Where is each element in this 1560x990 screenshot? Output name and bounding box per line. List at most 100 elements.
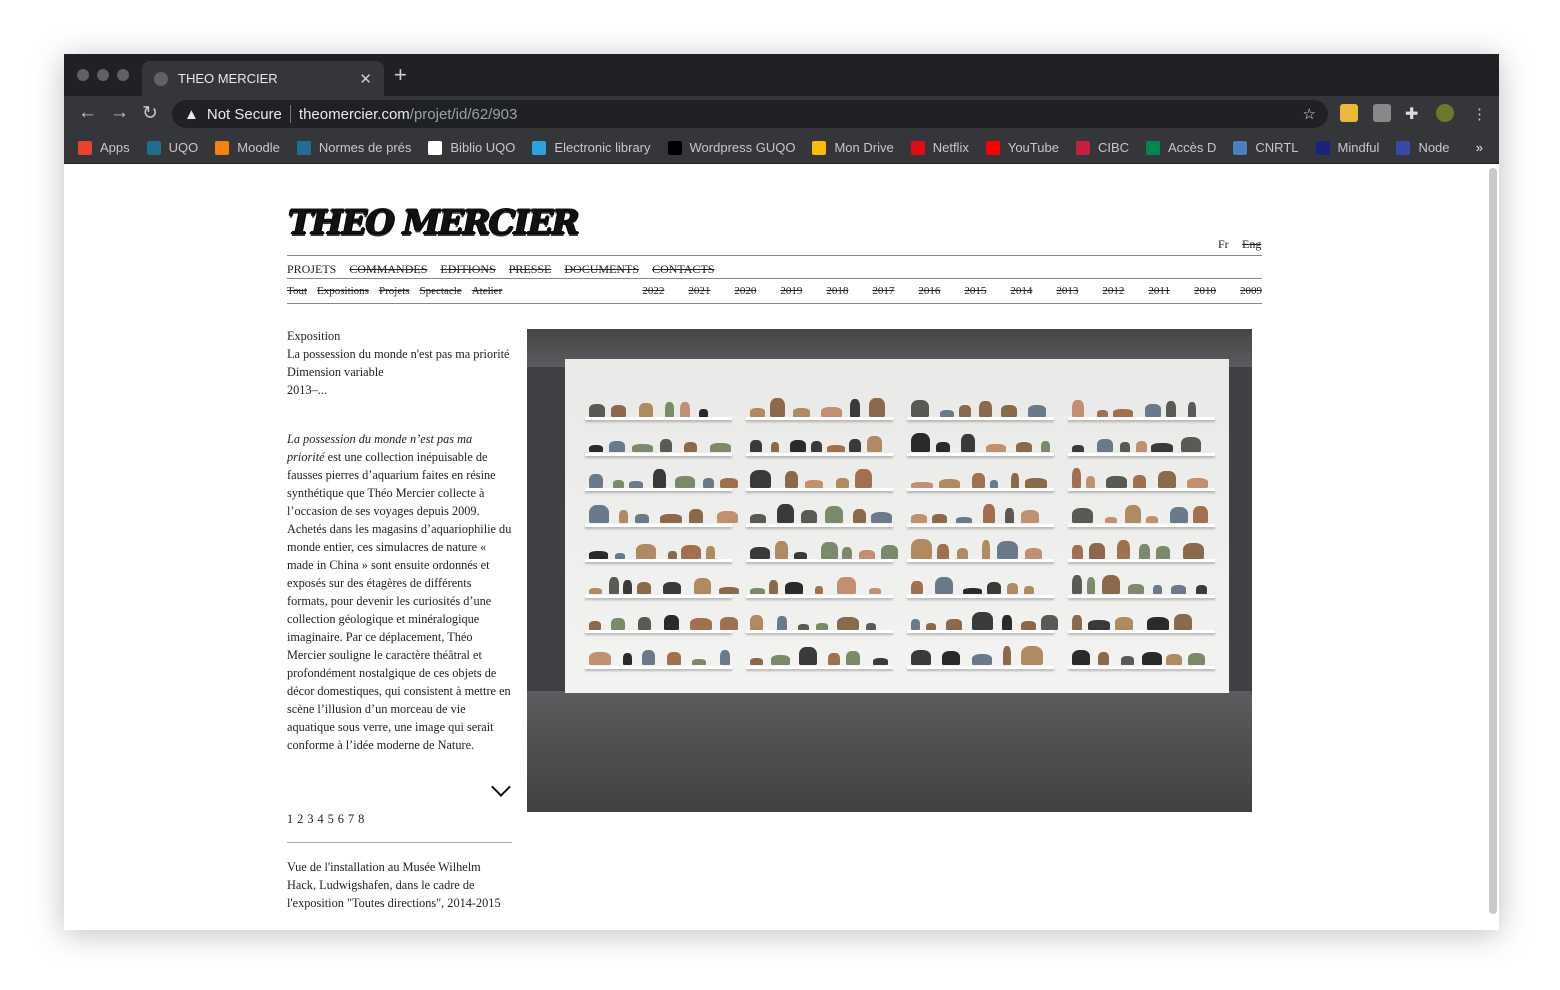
- lang-en[interactable]: Eng: [1242, 237, 1261, 252]
- extension-icon[interactable]: [1340, 104, 1358, 122]
- bookmark-item[interactable]: Biblio UQO: [428, 140, 515, 155]
- bookmark-icon: [1315, 140, 1330, 155]
- bookmark-item[interactable]: YouTube: [985, 140, 1059, 155]
- bookmark-label: Node: [1418, 140, 1450, 155]
- year-2010[interactable]: 2010: [1194, 285, 1216, 297]
- year-2009[interactable]: 2009: [1240, 285, 1262, 297]
- browser-tab[interactable]: THEO MERCIER ✕: [142, 61, 384, 96]
- year-2022[interactable]: 2022: [642, 285, 664, 297]
- forward-icon[interactable]: →: [110, 102, 129, 124]
- bookmark-label: CIBC: [1097, 140, 1129, 155]
- tab-title: THEO MERCIER: [178, 71, 278, 86]
- year-2017[interactable]: 2017: [872, 285, 894, 297]
- bookmark-item[interactable]: Mindful: [1315, 140, 1380, 155]
- bookmark-item[interactable]: Normes de prés: [296, 140, 412, 155]
- bookmarks-bar: Apps UQO Moodle Normes de prés Biblio UQO Ele…: [64, 132, 1499, 164]
- bookmark-label: Accès D: [1168, 140, 1217, 155]
- bookmark-item[interactable]: Wordpress GUQO: [667, 140, 796, 155]
- toolbar: ← → ↻ ▲ Not Secure theomercier.com /proj…: [64, 96, 1499, 132]
- bookmark-item[interactable]: Node: [1396, 140, 1450, 155]
- close-tab-icon[interactable]: ✕: [359, 70, 372, 88]
- bookmark-label: CNRTL: [1255, 140, 1299, 155]
- page-link[interactable]: 2: [297, 812, 303, 827]
- page-link[interactable]: 6: [338, 812, 344, 827]
- security-label[interactable]: Not Secure: [207, 106, 282, 123]
- bookmark-icon: [1075, 140, 1090, 155]
- chevron-down-icon[interactable]: [491, 777, 511, 797]
- main-menu: PROJETS COMMANDES EDITIONS PRESSE DOCUMENTS C…: [287, 262, 714, 277]
- year-2019[interactable]: 2019: [780, 285, 802, 297]
- bookmark-label: Apps: [100, 140, 130, 155]
- menu-item-documents[interactable]: DOCUMENTS: [564, 262, 639, 277]
- year-2016[interactable]: 2016: [918, 285, 940, 297]
- bookmark-label: YouTube: [1007, 140, 1059, 155]
- image-pagination: 12345678: [287, 812, 364, 827]
- filter-projets[interactable]: Projets: [379, 285, 410, 297]
- bookmark-icon: [78, 140, 92, 155]
- bookmark-icon: [985, 140, 1000, 155]
- menu-item-projets[interactable]: PROJETS: [287, 262, 336, 277]
- bookmark-icon: [910, 140, 925, 155]
- page-link[interactable]: 8: [358, 812, 364, 827]
- bookmark-item[interactable]: Netflix: [910, 140, 969, 155]
- tab-bar: THEO MERCIER ✕ +: [64, 54, 1499, 96]
- bookmark-icon: [215, 140, 230, 155]
- year-2015[interactable]: 2015: [964, 285, 986, 297]
- bookmark-label: Normes de prés: [318, 140, 412, 155]
- page-link[interactable]: 3: [307, 812, 313, 827]
- bookmark-item[interactable]: Moodle: [215, 140, 280, 155]
- bookmark-item[interactable]: UQO: [146, 140, 198, 155]
- year-2014[interactable]: 2014: [1010, 285, 1032, 297]
- image-caption: Vue de l'installation au Musée Wilhelm H…: [287, 860, 501, 910]
- back-icon[interactable]: ←: [78, 102, 97, 124]
- filter-atelier[interactable]: Atelier: [472, 285, 503, 297]
- globe-icon: [154, 71, 168, 86]
- year-2013[interactable]: 2013: [1056, 285, 1078, 297]
- new-tab-icon[interactable]: +: [394, 62, 407, 88]
- filter-spectacle[interactable]: Spectacle: [420, 285, 462, 297]
- year-2018[interactable]: 2018: [826, 285, 848, 297]
- bookmark-star-icon[interactable]: ☆: [1303, 105, 1316, 123]
- bookmark-item[interactable]: CNRTL: [1233, 140, 1299, 155]
- menu-kebab-icon[interactable]: ⋮: [1472, 105, 1487, 123]
- menu-item-editions[interactable]: EDITIONS: [440, 262, 495, 277]
- page-link[interactable]: 7: [348, 812, 354, 827]
- menu-item-contacts[interactable]: CONTACTS: [652, 262, 714, 277]
- lang-fr[interactable]: Fr: [1218, 237, 1229, 252]
- year-2011[interactable]: 2011: [1148, 285, 1170, 297]
- scrollbar[interactable]: [1489, 168, 1497, 914]
- page-link[interactable]: 5: [328, 812, 334, 827]
- year-2012[interactable]: 2012: [1102, 285, 1124, 297]
- installation-photo[interactable]: [527, 329, 1252, 812]
- bookmark-icon: [1146, 140, 1160, 155]
- bookmark-icon: [296, 140, 311, 155]
- year-2021[interactable]: 2021: [688, 285, 710, 297]
- site-logo[interactable]: THEO MERCIER: [288, 202, 580, 242]
- bookmark-icon: [1396, 140, 1411, 155]
- address-bar[interactable]: ▲ Not Secure theomercier.com /projet/id/…: [172, 100, 1328, 128]
- reload-icon[interactable]: ↻: [142, 102, 158, 125]
- menu-item-presse[interactable]: PRESSE: [509, 262, 552, 277]
- facebook-extension-icon[interactable]: [1373, 104, 1391, 122]
- filter-expositions[interactable]: Expositions: [317, 285, 369, 297]
- bookmark-item[interactable]: CIBC: [1075, 140, 1129, 155]
- bookmark-item[interactable]: Accès D: [1146, 140, 1216, 155]
- project-info: Exposition La possession du monde n'est …: [287, 327, 512, 399]
- description-body: est une collection inépuisable de fausse…: [287, 450, 512, 752]
- avatar[interactable]: [1436, 104, 1454, 122]
- bookmark-icon: [428, 140, 443, 155]
- year-2020[interactable]: 2020: [734, 285, 756, 297]
- more-bookmarks-icon[interactable]: »: [1476, 140, 1483, 155]
- bookmark-label: Moodle: [237, 140, 280, 155]
- bookmark-label: Wordpress GUQO: [689, 140, 796, 155]
- page-link[interactable]: 1: [287, 812, 293, 827]
- menu-item-commandes[interactable]: COMMANDES: [349, 262, 427, 277]
- bookmark-label: Mindful: [1337, 140, 1380, 155]
- puzzle-icon[interactable]: ✚: [1405, 104, 1423, 123]
- filter-tout[interactable]: Tout: [287, 285, 307, 297]
- bookmark-label: Netflix: [932, 140, 969, 155]
- bookmark-item[interactable]: Apps: [78, 140, 130, 155]
- bookmark-item[interactable]: Mon Drive: [812, 140, 894, 155]
- bookmark-item[interactable]: Electronic library: [532, 140, 651, 155]
- page-link[interactable]: 4: [317, 812, 323, 827]
